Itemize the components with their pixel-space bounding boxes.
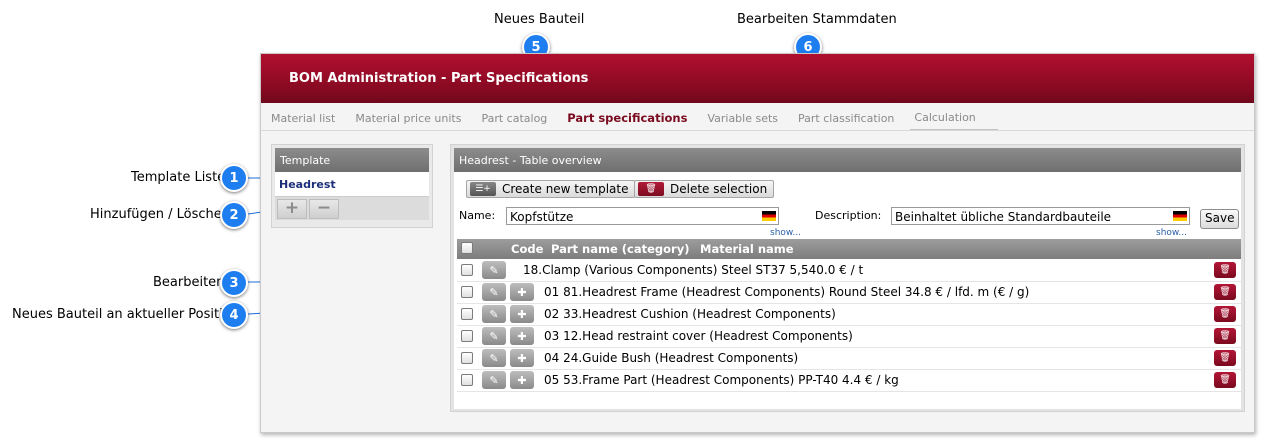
description-value: Beinhaltet übliche Standardbauteile <box>895 210 1112 224</box>
annotation-marker-3: 3 <box>220 269 248 297</box>
row-text: 02 33.Headrest Cushion (Headrest Compone… <box>544 307 836 321</box>
column-header-code: Code <box>511 242 544 256</box>
template-panel-title: Template <box>275 148 429 172</box>
insert-part-plus-icon[interactable]: ✚ <box>510 349 534 367</box>
row-text: 04 24.Guide Bush (Headrest Components) <box>544 351 799 365</box>
template-toolbar: + − <box>275 196 429 220</box>
annotation-marker-4: 4 <box>220 301 248 329</box>
tab-part-specifications[interactable]: Part specifications <box>563 111 697 130</box>
insert-part-plus-icon[interactable]: ✚ <box>510 327 534 345</box>
edit-pencil-icon[interactable]: ✎ <box>482 371 506 389</box>
name-field[interactable]: Kopfstütze <box>506 207 779 225</box>
annotation-label-new-part: Neues Bauteil <box>494 12 585 27</box>
table-row[interactable]: ✎ ✚ 04 24.Guide Bush (Headrest Component… <box>457 348 1241 370</box>
tab-part-classification[interactable]: Part classification <box>794 112 904 130</box>
german-flag-icon[interactable] <box>762 211 776 221</box>
tab-material-price-units[interactable]: Material price units <box>351 112 471 130</box>
table-row[interactable]: ✎ ✚ 02 33.Headrest Cushion (Headrest Com… <box>457 304 1241 326</box>
annotation-marker-2: 2 <box>220 201 248 229</box>
main-nav: Material list Material price units Part … <box>261 105 1254 131</box>
remove-template-button[interactable]: − <box>309 198 339 219</box>
annotation-label-edit-master: Bearbeiten Stammdaten <box>737 12 897 27</box>
tab-material-list[interactable]: Material list <box>267 112 345 130</box>
insert-part-plus-icon[interactable]: ✚ <box>510 283 534 301</box>
app-title: BOM Administration - Part Specifications <box>289 71 589 86</box>
add-template-button[interactable]: + <box>277 198 307 219</box>
delete-row-trash-icon[interactable]: 🗑 <box>1214 372 1236 388</box>
app-header: BOM Administration - Part Specifications <box>261 54 1254 103</box>
edit-pencil-icon[interactable]: ✎ <box>482 305 506 323</box>
name-label: Name: <box>459 209 496 222</box>
annotation-label-template-list: Template Liste <box>131 170 226 185</box>
column-header-material-name: Material name <box>700 242 794 256</box>
table-panel-title: Headrest - Table overview <box>454 148 1241 172</box>
name-show-link[interactable]: show... <box>770 228 801 238</box>
tab-calculation[interactable]: Calculation <box>910 111 998 130</box>
table-row[interactable]: ✎ ✚ 03 12.Head restraint cover (Headrest… <box>457 326 1241 348</box>
description-field[interactable]: Beinhaltet übliche Standardbauteile <box>891 207 1190 225</box>
row-checkbox[interactable] <box>461 308 473 320</box>
annotation-marker-1: 1 <box>220 164 248 192</box>
row-text: 03 12.Head restraint cover (Headrest Com… <box>544 329 853 343</box>
insert-part-plus-icon[interactable]: ✚ <box>510 305 534 323</box>
name-value: Kopfstütze <box>510 210 574 224</box>
template-list-item[interactable]: Headrest <box>275 172 429 196</box>
create-template-button[interactable]: ☰+ Create new template <box>466 180 636 198</box>
description-label: Description: <box>815 209 882 222</box>
row-checkbox[interactable] <box>461 352 473 364</box>
edit-pencil-icon[interactable]: ✎ <box>482 349 506 367</box>
delete-row-trash-icon[interactable]: 🗑 <box>1214 306 1236 322</box>
row-text: 05 53.Frame Part (Headrest Components) P… <box>544 373 899 387</box>
table-row[interactable]: ✎ 18.Clamp (Various Components) Steel ST… <box>457 260 1241 282</box>
tab-variable-sets[interactable]: Variable sets <box>703 112 788 130</box>
column-header-part-name: Part name (category) <box>551 242 690 256</box>
delete-row-trash-icon[interactable]: 🗑 <box>1214 328 1236 344</box>
table-overview-panel: Headrest - Table overview ☰+ Create new … <box>450 144 1245 412</box>
table-row[interactable]: ✎ ✚ 05 53.Frame Part (Headrest Component… <box>457 370 1241 392</box>
delete-selection-label: Delete selection <box>670 182 768 196</box>
delete-row-trash-icon[interactable]: 🗑 <box>1214 350 1236 366</box>
annotation-label-new-part-position: Neues Bauteil an aktueller Position <box>12 307 239 322</box>
select-all-checkbox[interactable] <box>461 242 473 254</box>
row-text: 01 81.Headrest Frame (Headrest Component… <box>544 285 1030 299</box>
create-template-label: Create new template <box>502 182 629 196</box>
delete-selection-button[interactable]: 🗑 Delete selection <box>634 180 775 198</box>
edit-pencil-icon[interactable]: ✎ <box>482 261 506 279</box>
description-show-link[interactable]: show... <box>1156 228 1187 238</box>
edit-pencil-icon[interactable]: ✎ <box>482 327 506 345</box>
tab-part-catalog[interactable]: Part catalog <box>477 112 557 130</box>
row-checkbox[interactable] <box>461 286 473 298</box>
row-checkbox[interactable] <box>461 374 473 386</box>
annotation-label-add-remove: Hinzufügen / Löschen <box>90 207 231 222</box>
trash-icon: 🗑 <box>638 182 664 196</box>
row-text: 18.Clamp (Various Components) Steel ST37… <box>523 263 864 277</box>
annotation-label-edit: Bearbeiten <box>153 275 225 290</box>
delete-row-trash-icon[interactable]: 🗑 <box>1214 284 1236 300</box>
table-row[interactable]: ✎ ✚ 01 81.Headrest Frame (Headrest Compo… <box>457 282 1241 304</box>
row-checkbox[interactable] <box>461 264 473 276</box>
list-add-icon: ☰+ <box>470 182 496 196</box>
table-panel-body: ☰+ Create new template 🗑 Delete selectio… <box>454 172 1241 409</box>
insert-part-plus-icon[interactable]: ✚ <box>510 371 534 389</box>
save-button[interactable]: Save <box>1200 209 1240 229</box>
edit-pencil-icon[interactable]: ✎ <box>482 283 506 301</box>
german-flag-icon[interactable] <box>1173 211 1187 221</box>
template-panel: Template Headrest + − <box>271 144 433 228</box>
delete-row-trash-icon[interactable]: 🗑 <box>1214 262 1236 278</box>
app-window: BOM Administration - Part Specifications… <box>260 53 1255 433</box>
grid-header: Code Part name (category) Material name <box>457 239 1241 259</box>
row-checkbox[interactable] <box>461 330 473 342</box>
